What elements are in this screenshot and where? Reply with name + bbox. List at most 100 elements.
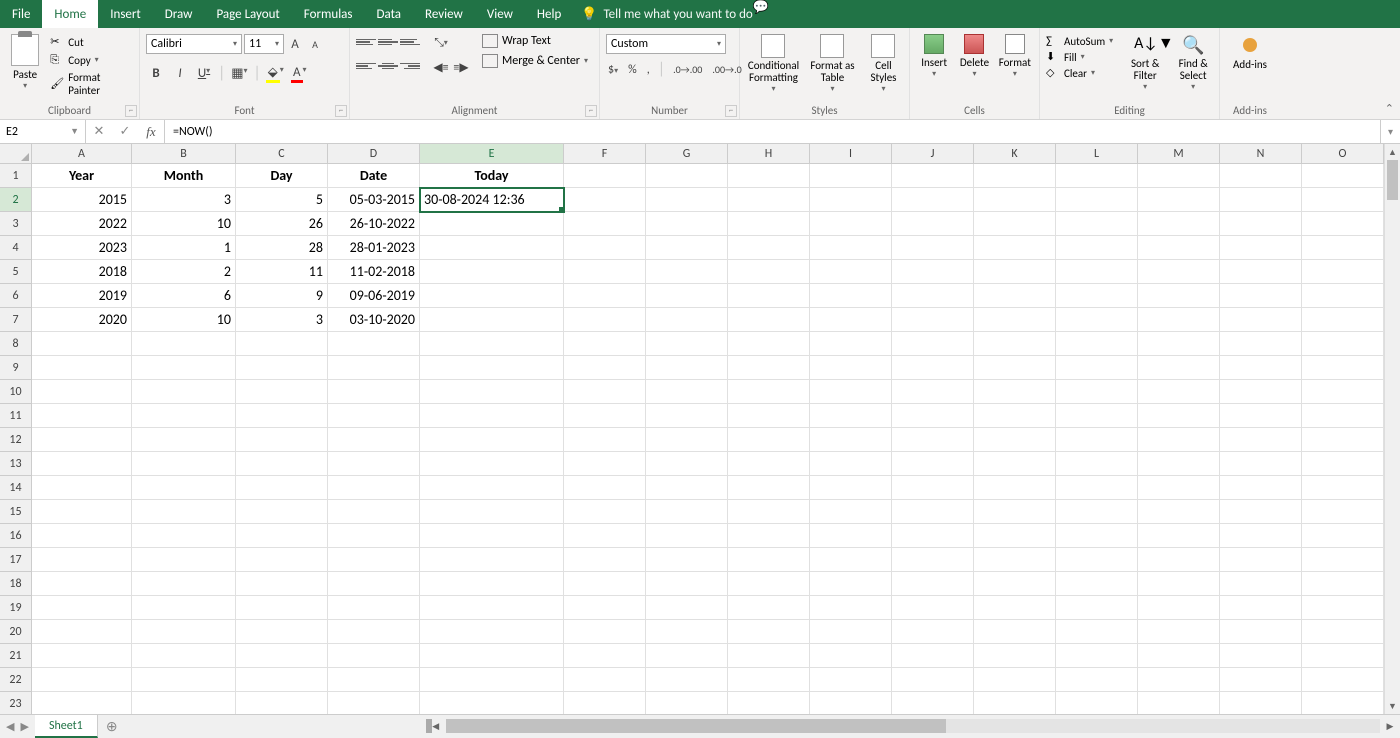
cell-E16[interactable] (420, 524, 564, 548)
row-header-19[interactable]: 19 (0, 596, 31, 620)
cell-M15[interactable] (1138, 500, 1220, 524)
cell-G4[interactable] (646, 236, 728, 260)
number-format-select[interactable]: Custom▾ (606, 34, 726, 54)
format-cells-button[interactable]: Format▾ (997, 34, 1033, 79)
cell-F5[interactable] (564, 260, 646, 284)
cell-D20[interactable] (328, 620, 420, 644)
cell-M6[interactable] (1138, 284, 1220, 308)
cell-H14[interactable] (728, 476, 810, 500)
cell-L13[interactable] (1056, 452, 1138, 476)
cell-F1[interactable] (564, 164, 646, 188)
cell-H16[interactable] (728, 524, 810, 548)
cell-K13[interactable] (974, 452, 1056, 476)
cell-C18[interactable] (236, 572, 328, 596)
cell-C23[interactable] (236, 692, 328, 714)
column-header-C[interactable]: C (236, 144, 328, 163)
cell-styles-button[interactable]: Cell Styles▾ (864, 34, 903, 94)
cell-K2[interactable] (974, 188, 1056, 212)
cell-H9[interactable] (728, 356, 810, 380)
cell-B23[interactable] (132, 692, 236, 714)
tab-scroll-left-button[interactable]: ◀ (6, 720, 14, 733)
cell-L23[interactable] (1056, 692, 1138, 714)
cell-I16[interactable] (810, 524, 892, 548)
cell-A5[interactable]: 2018 (32, 260, 132, 284)
row-header-10[interactable]: 10 (0, 380, 31, 404)
cell-L14[interactable] (1056, 476, 1138, 500)
row-header-18[interactable]: 18 (0, 572, 31, 596)
decrease-font-button[interactable]: A (306, 35, 324, 53)
cell-H11[interactable] (728, 404, 810, 428)
cell-D5[interactable]: 11-02-2018 (328, 260, 420, 284)
cell-K5[interactable] (974, 260, 1056, 284)
cell-E21[interactable] (420, 644, 564, 668)
select-all-corner[interactable] (0, 144, 32, 164)
cell-I1[interactable] (810, 164, 892, 188)
cell-D18[interactable] (328, 572, 420, 596)
cell-B22[interactable] (132, 668, 236, 692)
expand-formula-bar-button[interactable]: ▾ (1380, 120, 1400, 143)
cell-B13[interactable] (132, 452, 236, 476)
number-launcher[interactable]: ⌐ (725, 105, 737, 117)
row-header-22[interactable]: 22 (0, 668, 31, 692)
cell-O6[interactable] (1302, 284, 1384, 308)
cell-G15[interactable] (646, 500, 728, 524)
wrap-text-button[interactable]: Wrap Text (482, 34, 588, 48)
cell-O12[interactable] (1302, 428, 1384, 452)
cell-C9[interactable] (236, 356, 328, 380)
cell-L6[interactable] (1056, 284, 1138, 308)
bold-button[interactable]: B (146, 66, 166, 81)
cell-H12[interactable] (728, 428, 810, 452)
cell-E4[interactable] (420, 236, 564, 260)
comma-format-button[interactable]: , (645, 63, 652, 77)
cell-A20[interactable] (32, 620, 132, 644)
menu-tab-home[interactable]: Home (42, 0, 98, 28)
cell-M23[interactable] (1138, 692, 1220, 714)
cell-L2[interactable] (1056, 188, 1138, 212)
cell-B6[interactable]: 6 (132, 284, 236, 308)
font-name-select[interactable]: Calibri▾ (146, 34, 242, 54)
cell-G19[interactable] (646, 596, 728, 620)
scroll-up-button[interactable]: ▲ (1385, 144, 1400, 160)
cell-C16[interactable] (236, 524, 328, 548)
cell-E14[interactable] (420, 476, 564, 500)
cell-F16[interactable] (564, 524, 646, 548)
column-header-O[interactable]: O (1302, 144, 1384, 163)
cell-E13[interactable] (420, 452, 564, 476)
cell-J21[interactable] (892, 644, 974, 668)
cell-J13[interactable] (892, 452, 974, 476)
cell-E18[interactable] (420, 572, 564, 596)
cell-F8[interactable] (564, 332, 646, 356)
cell-C7[interactable]: 3 (236, 308, 328, 332)
cell-K7[interactable] (974, 308, 1056, 332)
cell-D14[interactable] (328, 476, 420, 500)
cell-K22[interactable] (974, 668, 1056, 692)
cell-F18[interactable] (564, 572, 646, 596)
cell-I11[interactable] (810, 404, 892, 428)
column-header-D[interactable]: D (328, 144, 420, 163)
cell-A9[interactable] (32, 356, 132, 380)
cell-F4[interactable] (564, 236, 646, 260)
cell-N5[interactable] (1220, 260, 1302, 284)
cell-H10[interactable] (728, 380, 810, 404)
cell-L4[interactable] (1056, 236, 1138, 260)
cell-H21[interactable] (728, 644, 810, 668)
alignment-launcher[interactable]: ⌐ (585, 105, 597, 117)
cell-J18[interactable] (892, 572, 974, 596)
cell-H18[interactable] (728, 572, 810, 596)
cell-J23[interactable] (892, 692, 974, 714)
column-header-N[interactable]: N (1220, 144, 1302, 163)
cell-B15[interactable] (132, 500, 236, 524)
cell-N2[interactable] (1220, 188, 1302, 212)
cell-C1[interactable]: Day (236, 164, 328, 188)
cell-K3[interactable] (974, 212, 1056, 236)
increase-decimal-button[interactable]: .0→.00 (671, 63, 704, 76)
delete-cells-button[interactable]: Delete▾ (956, 34, 992, 79)
cell-K21[interactable] (974, 644, 1056, 668)
align-center-button[interactable] (378, 58, 398, 74)
cell-J14[interactable] (892, 476, 974, 500)
menu-tab-help[interactable]: Help (525, 0, 573, 28)
cell-H5[interactable] (728, 260, 810, 284)
cell-A4[interactable]: 2023 (32, 236, 132, 260)
hscroll-thumb[interactable] (446, 719, 946, 733)
column-header-G[interactable]: G (646, 144, 728, 163)
